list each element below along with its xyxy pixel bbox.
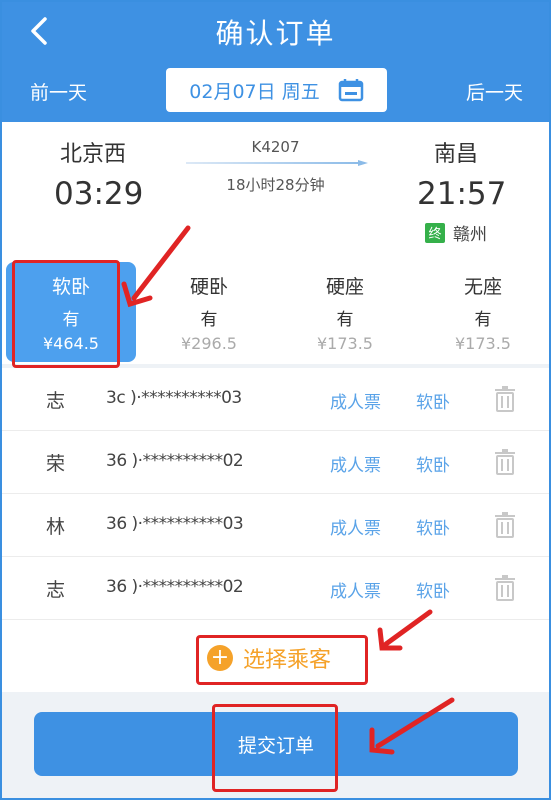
- annotation-box-select-passenger: [196, 635, 368, 685]
- seat-type-button[interactable]: 软卧: [416, 577, 450, 602]
- trash-icon[interactable]: [494, 575, 516, 601]
- annotation-box-seat: [12, 260, 120, 368]
- seat-name: 无座: [463, 276, 502, 298]
- passenger-id: 3c )·**********03: [106, 388, 242, 408]
- seat-type-button[interactable]: 软卧: [416, 388, 450, 413]
- train-info: 北京西 03:29 K4207 18小时28分钟 南昌 21:57 终 赣州: [2, 122, 549, 254]
- seat-availability: 有: [336, 310, 354, 330]
- terminal-info: 终 赣州: [425, 220, 487, 245]
- seat-option-hard-seat[interactable]: 硬座 有 ¥173.5: [290, 262, 400, 362]
- date-text: 02月07日 周五: [189, 80, 320, 103]
- next-day-button[interactable]: 后一天: [466, 78, 523, 105]
- trash-icon[interactable]: [494, 449, 516, 475]
- date-picker[interactable]: 02月07日 周五: [166, 68, 387, 112]
- ticket-type-button[interactable]: 成人票: [330, 451, 381, 476]
- seat-type-button[interactable]: 软卧: [416, 514, 450, 539]
- header: 确认订单 前一天 02月07日 周五 后一天: [2, 2, 549, 122]
- terminal-badge: 终: [425, 222, 445, 243]
- seat-option-no-seat[interactable]: 无座 有 ¥173.5: [428, 262, 538, 362]
- passenger-name: 荣: [46, 453, 66, 475]
- trash-icon[interactable]: [494, 512, 516, 538]
- arrival-time: 21:57: [417, 176, 507, 212]
- seat-availability: 有: [474, 310, 492, 330]
- to-station: 南昌: [434, 142, 479, 167]
- seat-availability: 有: [200, 310, 218, 330]
- terminal-station: 赣州: [453, 225, 487, 245]
- seat-name: 硬卧: [189, 276, 228, 298]
- passenger-row: 志 3c )·**********03 成人票 软卧: [2, 368, 549, 431]
- seat-price: ¥296.5: [181, 334, 237, 353]
- passenger-row: 荣 36 )·**********02 成人票 软卧: [2, 431, 549, 494]
- prev-day-button[interactable]: 前一天: [30, 78, 87, 105]
- passenger-id: 36 )·**********02: [106, 577, 244, 597]
- ticket-type-button[interactable]: 成人票: [330, 577, 381, 602]
- seat-type-button[interactable]: 软卧: [416, 451, 450, 476]
- passenger-id: 36 )·**********02: [106, 451, 244, 471]
- seat-price: ¥173.5: [317, 334, 373, 353]
- ticket-type-button[interactable]: 成人票: [330, 388, 381, 413]
- ticket-type-button[interactable]: 成人票: [330, 514, 381, 539]
- page-title: 确认订单: [215, 17, 336, 50]
- passenger-list: 志 3c )·**********03 成人票 软卧 荣 36 )·******…: [2, 368, 549, 620]
- passenger-name: 志: [46, 390, 66, 412]
- trash-icon[interactable]: [494, 386, 516, 412]
- seat-name: 硬座: [325, 276, 364, 298]
- passenger-name: 志: [46, 579, 66, 601]
- route-arrow-icon: [186, 160, 368, 166]
- passenger-row: 林 36 )·**********03 成人票 软卧: [2, 494, 549, 557]
- calendar-icon: [338, 78, 364, 102]
- seat-option-hard-sleeper[interactable]: 硬卧 有 ¥296.5: [154, 262, 264, 362]
- passenger-name: 林: [46, 516, 66, 538]
- passenger-id: 36 )·**********03: [106, 514, 244, 534]
- seat-price: ¥173.5: [455, 334, 511, 353]
- annotation-box-submit: [212, 704, 338, 792]
- passenger-row: 志 36 )·**********02 成人票 软卧: [2, 557, 549, 620]
